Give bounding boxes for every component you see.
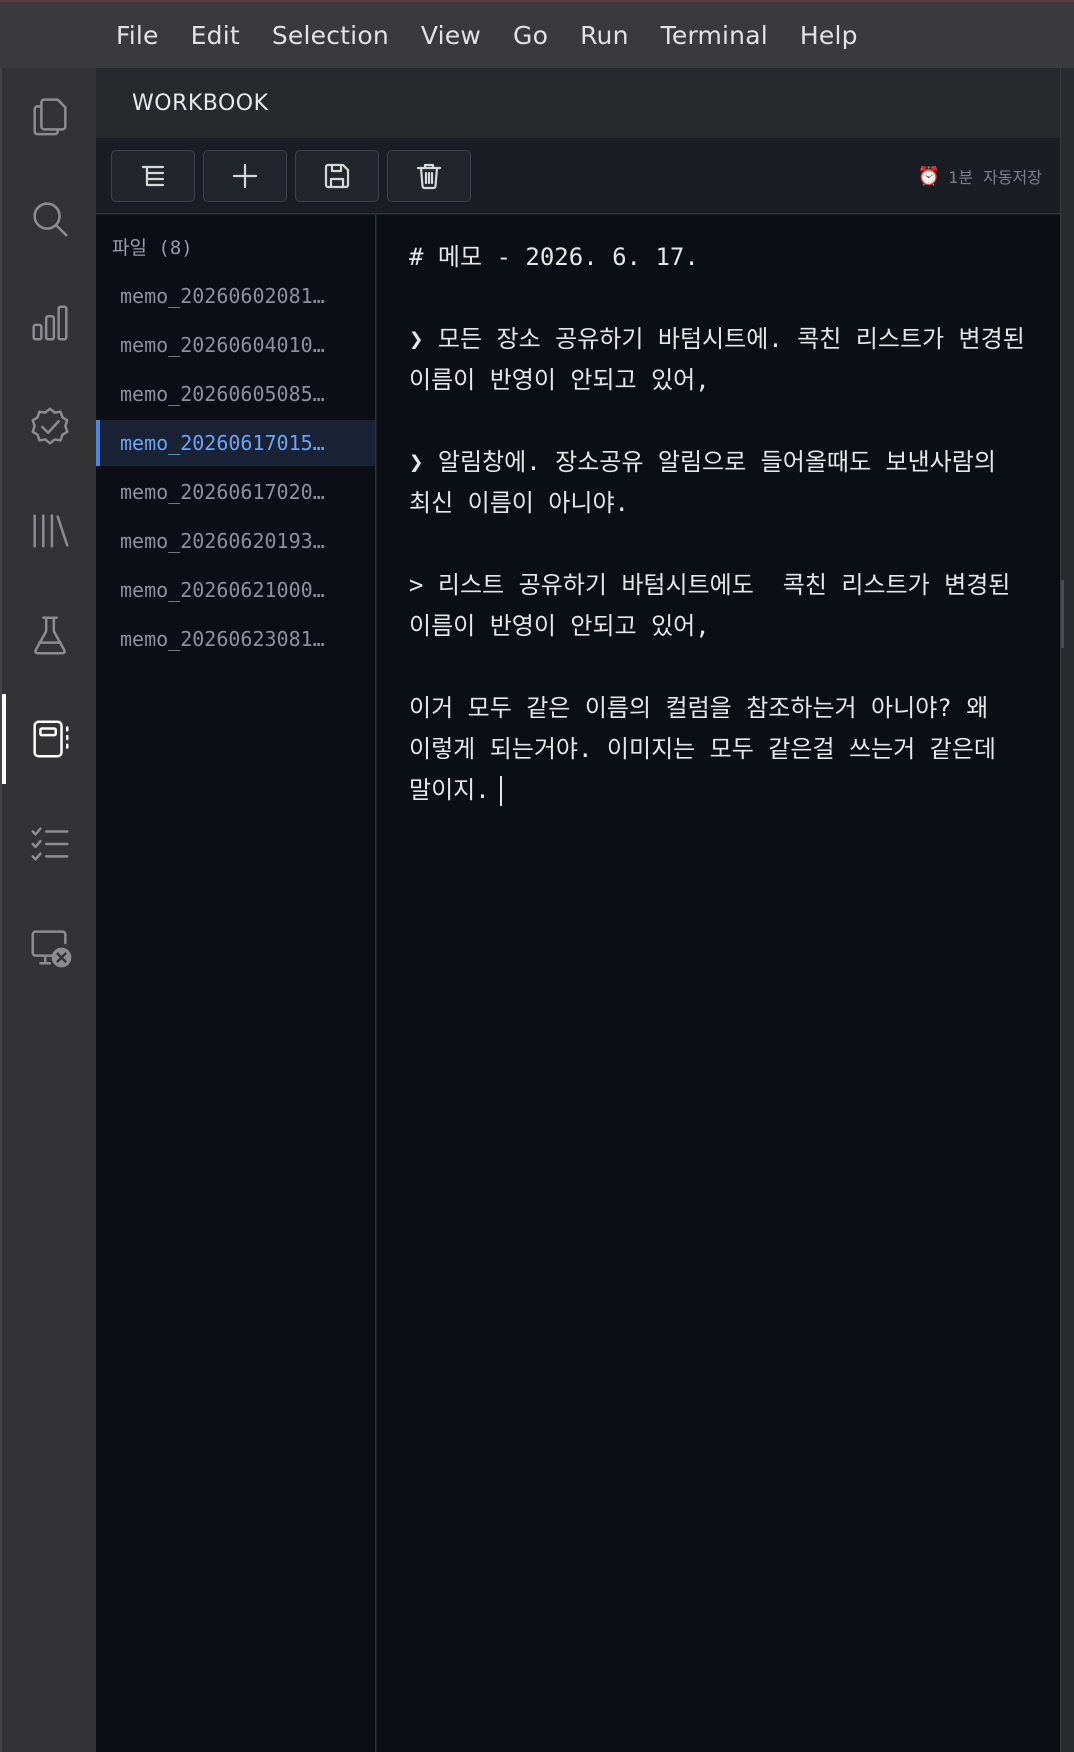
autosave-interval: 1분	[948, 168, 974, 187]
menu-bar: File Edit Selection View Go Run Terminal…	[0, 2, 1074, 68]
checklist-icon	[31, 827, 69, 861]
menu-view[interactable]: View	[421, 21, 481, 50]
right-panel-edge	[1060, 68, 1074, 1752]
file-item[interactable]: memo_2026062308​1…	[96, 616, 375, 662]
scroll-indicator[interactable]	[1061, 580, 1064, 648]
outline-icon	[141, 165, 165, 187]
testing-button[interactable]	[2, 590, 98, 680]
library-icon	[33, 514, 69, 548]
explorer-icon	[33, 98, 67, 136]
library-button[interactable]	[2, 486, 98, 576]
workbook-toolbar: ⏰ 1분 자동저장	[96, 138, 1060, 214]
file-item[interactable]: memo_2026060508​5…	[96, 371, 375, 417]
flask-icon	[34, 616, 66, 655]
autosave-label: 자동저장	[983, 168, 1042, 187]
explorer-button[interactable]	[2, 70, 98, 160]
menu-run[interactable]: Run	[580, 21, 629, 50]
file-item[interactable]: memo_2026060208​1…	[96, 273, 375, 319]
trash-icon	[416, 163, 442, 190]
add-memo-button[interactable]	[203, 150, 287, 202]
verified-button[interactable]	[2, 382, 98, 472]
save-button[interactable]	[295, 150, 379, 202]
search-button[interactable]	[2, 174, 98, 264]
file-count-label: 파일 (8)	[112, 237, 193, 259]
menu-selection[interactable]: Selection	[272, 21, 389, 50]
menu-file[interactable]: File	[116, 21, 159, 50]
chart-icon	[32, 305, 68, 341]
menu-terminal[interactable]: Terminal	[661, 21, 768, 50]
workbook-button[interactable]	[2, 694, 98, 784]
verified-badge-icon	[31, 407, 69, 445]
memo-text-area[interactable]: # 메모 - 2026. 6. 17. ❯ 모든 장소 공유하기 바텀시트에. …	[409, 237, 1039, 811]
file-item[interactable]: memo_2026060401​0…	[96, 322, 375, 368]
autosave-status: ⏰ 1분 자동저장	[918, 164, 1042, 188]
alarm-clock-icon: ⏰	[917, 165, 941, 187]
remote-monitor-icon	[31, 930, 72, 968]
menu-help[interactable]: Help	[800, 21, 858, 50]
remote-button[interactable]	[2, 902, 98, 992]
file-item-selected[interactable]: memo_2026061701​5…	[96, 420, 375, 466]
panel-title: WORKBOOK	[132, 90, 269, 116]
file-item[interactable]: memo_2026062100​0…	[96, 567, 375, 613]
file-list: 파일 (8) memo_2026060208​1… memo_202606040…	[96, 215, 376, 1752]
delete-button[interactable]	[387, 150, 471, 202]
plus-icon	[232, 163, 258, 189]
tasks-button[interactable]	[2, 798, 98, 888]
charts-button[interactable]	[2, 278, 98, 368]
activity-bar	[0, 68, 96, 1752]
menu-go[interactable]: Go	[513, 21, 548, 50]
search-icon	[33, 202, 68, 237]
memo-content: # 메모 - 2026. 6. 17. ❯ 모든 장소 공유하기 바텀시트에. …	[409, 243, 1025, 804]
notebook-icon	[33, 720, 69, 758]
file-item[interactable]: memo_2026062019​3…	[96, 518, 375, 564]
panel-header: WORKBOOK	[96, 68, 1060, 138]
settings-button[interactable]	[2, 1728, 98, 1752]
text-cursor	[499, 776, 502, 806]
memo-editor[interactable]: # 메모 - 2026. 6. 17. ❯ 모든 장소 공유하기 바텀시트에. …	[377, 215, 1060, 1752]
menu-edit[interactable]: Edit	[191, 21, 240, 50]
file-item[interactable]: memo_2026061702​0…	[96, 469, 375, 515]
outline-button[interactable]	[111, 150, 195, 202]
save-icon	[324, 163, 350, 189]
